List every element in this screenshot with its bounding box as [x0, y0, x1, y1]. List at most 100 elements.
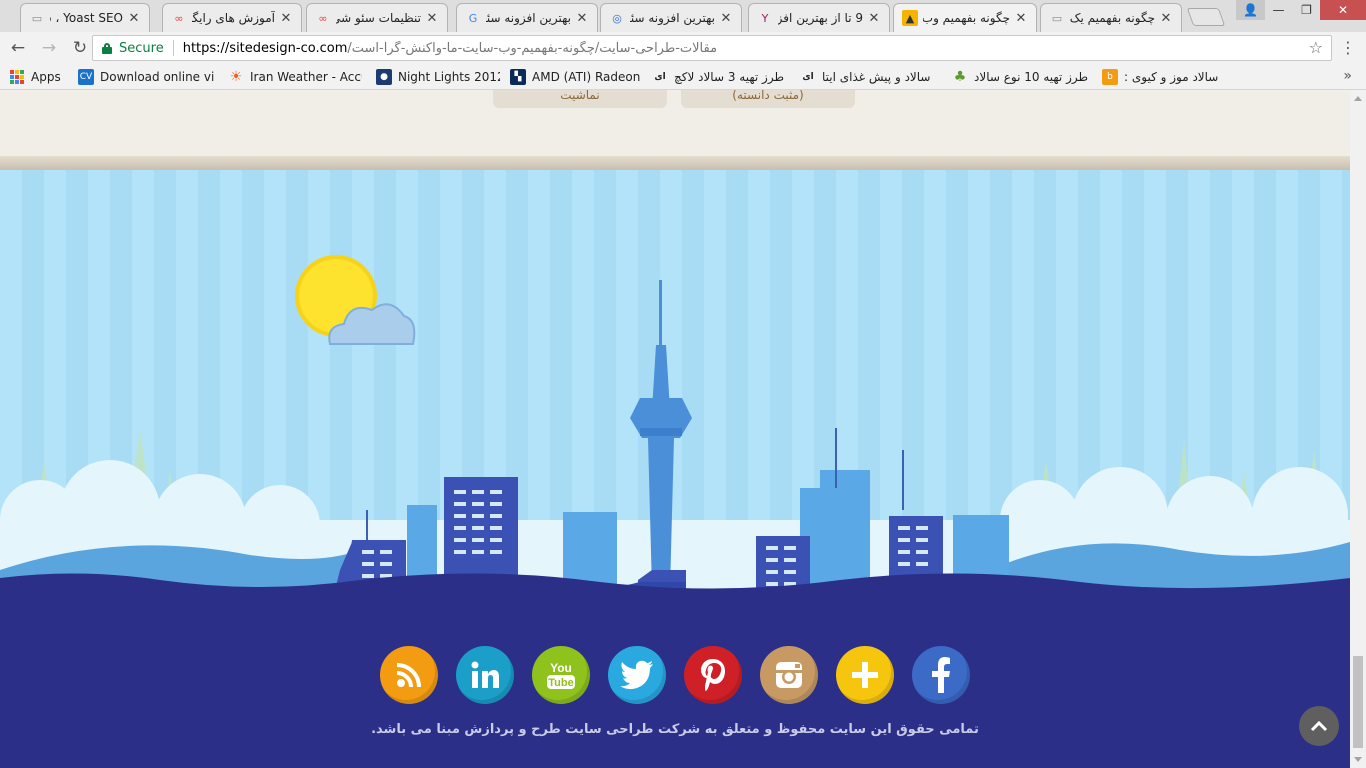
- bookmark-item-7[interactable]: ♣ طرز تهیه 10 نوع سالاد: [952, 68, 1092, 86]
- plus-icon[interactable]: [836, 646, 894, 704]
- tab-close-icon[interactable]: ✕: [719, 11, 733, 26]
- tab-title: 9 تا از بهترین افزو: [778, 11, 863, 25]
- yoast-icon: Y: [761, 11, 769, 25]
- linkedin-icon[interactable]: [456, 646, 514, 704]
- amd-icon: ▚: [510, 69, 526, 85]
- bookmark-item-6[interactable]: ای سالاد و پیش غذای ایتا: [800, 68, 940, 86]
- cv-icon: CV: [78, 69, 94, 85]
- bookmark-item-3[interactable]: ● Night Lights 2012: [376, 68, 500, 86]
- tab-title: بهترین افزونه سئو: [630, 11, 715, 25]
- back-button[interactable]: ←: [5, 35, 31, 61]
- url-text[interactable]: https://sitedesign-co.com/مقالات-طراحی-س…: [183, 41, 717, 56]
- youtube-icon[interactable]: You Tube: [532, 646, 590, 704]
- bookmark-item-2[interactable]: ☀ Iran Weather - Accu: [228, 68, 362, 86]
- page-scrollbar[interactable]: [1350, 90, 1366, 768]
- site-footer: [0, 600, 1350, 768]
- cta-button-left[interactable]: نماشیت: [493, 90, 667, 108]
- page-viewport: نماشیت (مثبت دانسته) You Tube تمامی حقوق…: [0, 90, 1350, 768]
- page-icon: ▭: [31, 11, 43, 25]
- apps-grid-icon: [10, 70, 24, 84]
- page-icon: ▭: [1051, 11, 1063, 25]
- tab-close-icon[interactable]: ✕: [279, 11, 293, 26]
- secure-label: Secure: [119, 40, 164, 56]
- bookmark-item-1[interactable]: CV Download online vid: [78, 68, 214, 86]
- facebook-icon[interactable]: [912, 646, 970, 704]
- rss-icon[interactable]: [380, 646, 438, 704]
- bookmark-label: Night Lights 2012: [398, 70, 500, 84]
- content-section: [0, 90, 1350, 162]
- tab-title: آموزش های رایگان: [192, 11, 275, 25]
- infinity-icon: ∞: [318, 11, 328, 25]
- tab-close-icon[interactable]: ✕: [127, 11, 141, 26]
- bookmark-item-8[interactable]: b سالاد موز و کیوی :: [1102, 68, 1226, 86]
- url-host: https://sitedesign-co.com: [182, 40, 348, 56]
- tab-3[interactable]: G بهترین افزونه سئو ✕: [456, 3, 598, 32]
- tab-1[interactable]: ∞ آموزش های رایگان ✕: [162, 3, 302, 32]
- pinterest-icon[interactable]: [684, 646, 742, 704]
- b-icon: b: [1102, 69, 1118, 85]
- back-to-top-button[interactable]: [1299, 706, 1339, 746]
- bookmark-label: Iran Weather - Accu: [250, 70, 362, 84]
- tab-6[interactable]: ▲ چگونه بفهمیم وب ✕: [893, 3, 1037, 32]
- scroll-thumb[interactable]: [1353, 656, 1363, 748]
- forward-button[interactable]: →: [36, 35, 62, 61]
- scroll-down-arrow-icon[interactable]: [1354, 757, 1362, 762]
- tab-title: تنظیمات سئو شی: [336, 11, 421, 25]
- profile-icon[interactable]: 👤: [1236, 0, 1265, 20]
- chart-icon: ▲: [902, 10, 918, 26]
- maximize-button[interactable]: ❐: [1292, 0, 1321, 20]
- bookmark-label: AMD (ATI) Radeon: [532, 70, 640, 84]
- bookmark-label: Apps: [31, 70, 61, 84]
- minimize-button[interactable]: —: [1264, 0, 1293, 20]
- google-icon: G: [468, 11, 478, 25]
- target-icon: ◎: [612, 11, 622, 25]
- scroll-up-arrow-icon[interactable]: [1354, 96, 1362, 101]
- close-window-button[interactable]: ✕: [1320, 0, 1366, 20]
- tab-0[interactable]: ▭ Yoast SEO ، سریع ✕: [20, 3, 150, 32]
- bookmark-item-5[interactable]: ای طرز تهیه 3 سالاد لاکچ: [652, 68, 784, 86]
- bookmark-star-icon[interactable]: ☆: [1309, 38, 1323, 57]
- tab-close-icon[interactable]: ✕: [867, 11, 881, 26]
- tab-close-icon[interactable]: ✕: [1159, 11, 1173, 26]
- tab-title: بهترین افزونه سئو: [486, 11, 571, 25]
- cta-button-right[interactable]: (مثبت دانسته): [681, 90, 855, 108]
- address-bar[interactable]: Secure https://sitedesign-co.com/مقالات-…: [92, 35, 1332, 61]
- bookmark-item-0[interactable]: Apps: [10, 68, 66, 86]
- infinity-icon: ∞: [174, 11, 184, 25]
- copyright-text: تمامی حقوق این سایت محفوظ و متعلق به شرک…: [371, 722, 979, 737]
- bookmarks-bar: Apps CV Download online vid ☀ Iran Weather -…: [0, 64, 1366, 90]
- tab-close-icon[interactable]: ✕: [1014, 11, 1028, 26]
- tab-5[interactable]: Y 9 تا از بهترین افزو ✕: [748, 3, 890, 32]
- tehran-skyline-illustration: [0, 255, 1350, 610]
- recipe-icon: ای: [802, 72, 814, 82]
- tab-close-icon[interactable]: ✕: [425, 11, 439, 26]
- sun-icon: ☀: [229, 69, 243, 85]
- bookmark-item-4[interactable]: ▚ AMD (ATI) Radeon: [510, 68, 640, 86]
- instagram-icon[interactable]: [760, 646, 818, 704]
- new-tab-button[interactable]: [1186, 8, 1226, 26]
- tab-2[interactable]: ∞ تنظیمات سئو شی ✕: [306, 3, 448, 32]
- recipe-icon: ای: [654, 72, 666, 82]
- tab-title: چگونه بفهمیم وب: [923, 11, 1010, 25]
- bookmark-label: Download online vid: [100, 70, 214, 84]
- twitter-icon[interactable]: [608, 646, 666, 704]
- youtube-you-text: You: [550, 661, 572, 675]
- divider: [172, 40, 174, 56]
- tab-4[interactable]: ◎ بهترین افزونه سئو ✕: [600, 3, 742, 32]
- tab-7[interactable]: ▭ چگونه بفهمیم یک ✕: [1040, 3, 1182, 32]
- tab-title: چگونه بفهمیم یک: [1070, 11, 1155, 25]
- bookmark-label: سالاد موز و کیوی :: [1124, 70, 1219, 84]
- menu-icon[interactable]: ⋮: [1340, 38, 1356, 58]
- tab-close-icon[interactable]: ✕: [575, 11, 589, 26]
- url-path: /مقالات-طراحی-سایت/چگونه-بفهمیم-وب-سایت-…: [347, 40, 718, 56]
- youtube-tube-text: Tube: [548, 677, 573, 689]
- lock-icon: [102, 42, 112, 54]
- bookmarks-overflow-icon[interactable]: »: [1343, 68, 1352, 84]
- bookmark-label: طرز تهیه 3 سالاد لاکچ: [674, 70, 784, 84]
- bookmark-label: طرز تهیه 10 نوع سالاد: [974, 70, 1089, 84]
- globe-icon: ●: [376, 69, 392, 85]
- section-divider: [0, 156, 1350, 170]
- reload-button[interactable]: ↻: [67, 35, 93, 61]
- chevron-up-icon: [1310, 720, 1328, 732]
- tab-title: Yoast SEO ، سریع: [50, 11, 123, 25]
